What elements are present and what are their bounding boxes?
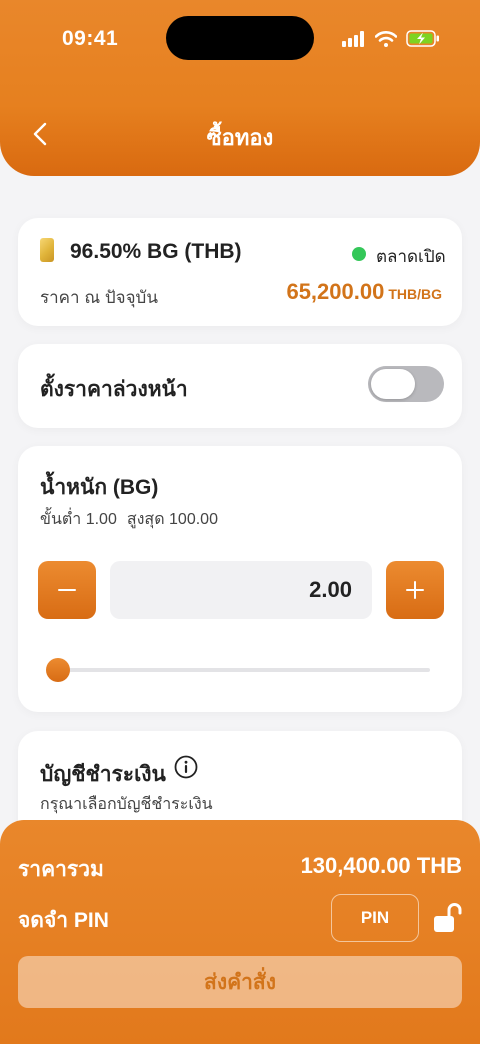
payment-account-title: บัญชีชำระเงิน — [40, 763, 166, 786]
increase-button[interactable] — [386, 561, 444, 619]
market-status: ตลาดเปิด — [376, 247, 446, 266]
wifi-icon — [375, 30, 397, 47]
price-card: 96.50% BG (THB) ตลาดเปิด ราคา ณ ปัจจุบัน… — [18, 218, 462, 326]
weight-slider-track[interactable] — [54, 668, 430, 672]
advance-order-label: ตั้งราคาล่วงหน้า — [40, 378, 188, 401]
weight-title: น้ำหนัก (BG) — [40, 476, 159, 499]
order-summary-sheet: ราคารวม 130,400.00 THB จดจำ PIN PIN ส่งค… — [0, 820, 480, 1044]
minus-icon — [58, 589, 76, 591]
weight-card: น้ำหนัก (BG) ขั้นต่ำ 1.00 สูงสุด 100.00 2… — [18, 446, 462, 712]
toggle-knob — [371, 369, 415, 399]
price-unit: THB/BG — [388, 286, 442, 302]
battery-charging-icon — [406, 30, 439, 47]
weight-min: ขั้นต่ำ 1.00 — [40, 511, 117, 528]
unlock-icon[interactable] — [432, 902, 462, 934]
dynamic-island — [166, 16, 314, 60]
signal-icon — [342, 30, 364, 47]
current-price-value: 65,200.00 — [286, 279, 385, 304]
current-price: 65,200.00 THB/BG — [286, 279, 442, 305]
market-status-dot — [352, 247, 366, 261]
payment-account-hint: กรุณาเลือกบัญชีชำระเงิน — [40, 796, 213, 813]
page-title: ซื้อทอง — [206, 125, 274, 150]
product-name: 96.50% BG (THB) — [70, 240, 242, 263]
remember-pin-label: จดจำ PIN — [18, 909, 109, 932]
advance-order-toggle[interactable] — [368, 366, 444, 402]
total-value: 130,400.00 THB — [300, 853, 462, 878]
info-icon[interactable] — [174, 755, 198, 779]
status-icons — [342, 30, 440, 47]
pin-button[interactable]: PIN — [331, 894, 419, 942]
status-time: 09:41 — [62, 27, 119, 50]
total-label: ราคารวม — [18, 858, 104, 881]
weight-limits: ขั้นต่ำ 1.00 สูงสุด 100.00 — [40, 507, 228, 532]
current-price-label: ราคา ณ ปัจจุบัน — [40, 288, 158, 307]
decrease-button[interactable] — [38, 561, 96, 619]
app-header: 09:41 ซื้อทอง — [0, 0, 480, 176]
plus-icon — [406, 581, 424, 599]
submit-order-button[interactable]: ส่งคำสั่ง — [18, 956, 462, 1008]
weight-max: สูงสุด 100.00 — [126, 511, 218, 528]
weight-slider-thumb[interactable] — [45, 658, 70, 682]
gold-bar-icon — [40, 238, 54, 262]
advance-order-card: ตั้งราคาล่วงหน้า — [18, 344, 462, 428]
weight-input[interactable]: 2.00 — [110, 561, 372, 619]
